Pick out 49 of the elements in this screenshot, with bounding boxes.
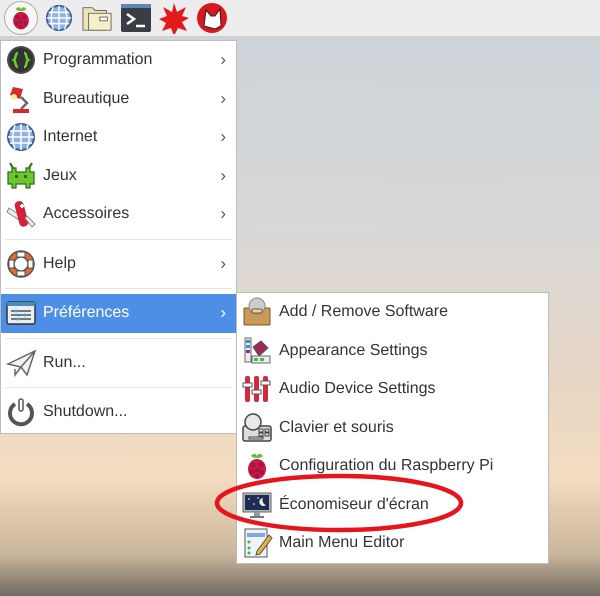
menu-item-label: Jeux [43,166,78,185]
keyboard-mouse-icon [241,412,273,444]
submenu-arrow: › [220,166,226,186]
submenu-arrow: › [220,254,226,274]
globe-icon[interactable] [44,3,74,33]
menu-item-label: Économiseur d'écran [279,496,430,514]
braces-icon [5,44,37,76]
menu-item-label: Configuration du Raspberry Pi [279,457,494,476]
submenu-arrow: › [220,303,226,324]
pocket-knife-icon [5,198,37,230]
submenu-item[interactable]: Configuration du Raspberry Pi [237,447,548,486]
menu-item-label: Appearance Settings [279,342,429,360]
submenu-item[interactable]: Main Menu Editor [237,524,548,562]
globe-icon [5,121,37,154]
menu-item-label: Add / Remove Software [279,303,449,322]
submenu-arrow: › [220,50,226,70]
menu-item-label: Shutdown... [43,403,128,422]
menu-item-label: Audio Device Settings [279,380,437,398]
menu-item[interactable]: Internet › [1,118,236,156]
submenu-item[interactable]: Économiseur d'écran [237,486,548,524]
menu-item-label: Internet [43,128,98,146]
menu-item-label: Clavier et souris [279,418,395,437]
submenu-arrow: › [220,127,226,148]
menu-item-label: Programmation [43,51,154,70]
package-box-icon [241,296,273,328]
power-icon [5,396,37,428]
menu-item[interactable]: Programmation › [1,41,236,80]
menu-item[interactable]: Run... [1,344,236,382]
menu-item-label: Accessoires [43,205,130,224]
submenu-item[interactable]: Appearance Settings [237,332,548,370]
menu-item[interactable]: Shutdown... [1,393,236,432]
menu-item-label: Run... [43,354,87,372]
menu-item[interactable]: Bureautique › [1,80,236,118]
submenu-arrow: › [220,204,226,224]
menu-button[interactable] [4,1,38,35]
lifebuoy-icon [5,248,37,280]
menu-item[interactable]: Help › [1,244,236,283]
submenu-arrow: › [220,88,226,109]
terminal-icon[interactable] [120,3,152,33]
menu-item-label: Main Menu Editor [279,534,406,552]
menu-item-label: Help [43,254,77,273]
submenu-item[interactable]: Clavier et souris [237,408,548,447]
menu-item[interactable]: Accessoires › [1,195,236,234]
starburst-icon[interactable] [158,2,190,34]
menu-item[interactable]: Jeux › [1,156,236,195]
submenu-item[interactable]: Audio Device Settings [237,370,548,408]
menu-item-label: Bureautique [43,90,130,108]
menu-item-label: Préférences [43,304,130,322]
submenu-item[interactable]: Add / Remove Software [237,293,548,332]
